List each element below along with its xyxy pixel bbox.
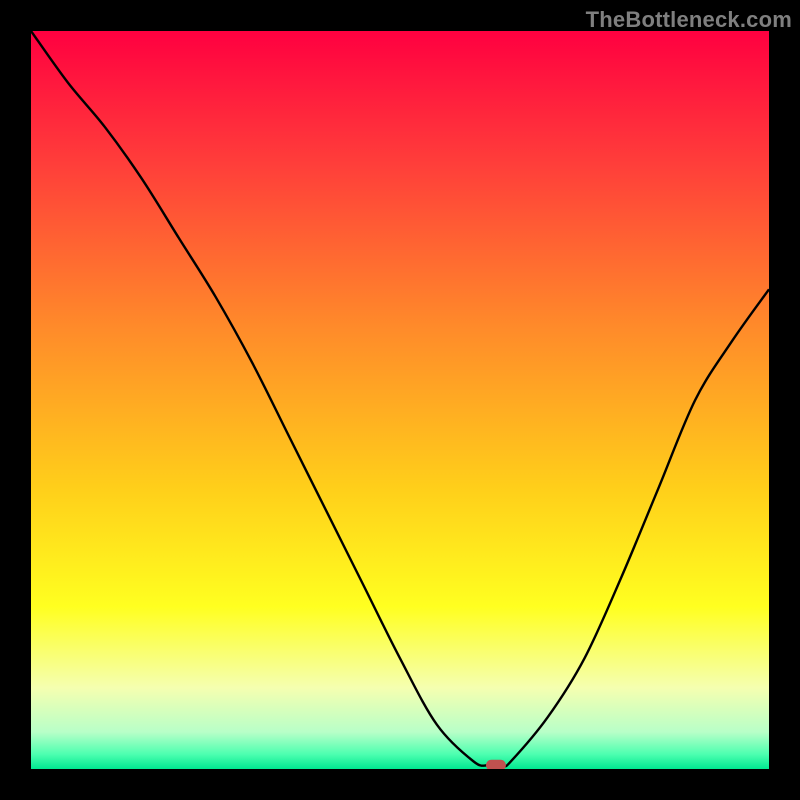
bottleneck-curve-plot <box>31 31 769 769</box>
chart-container: TheBottleneck.com <box>0 0 800 800</box>
optimum-marker <box>486 760 506 769</box>
watermark-text: TheBottleneck.com <box>586 7 792 33</box>
